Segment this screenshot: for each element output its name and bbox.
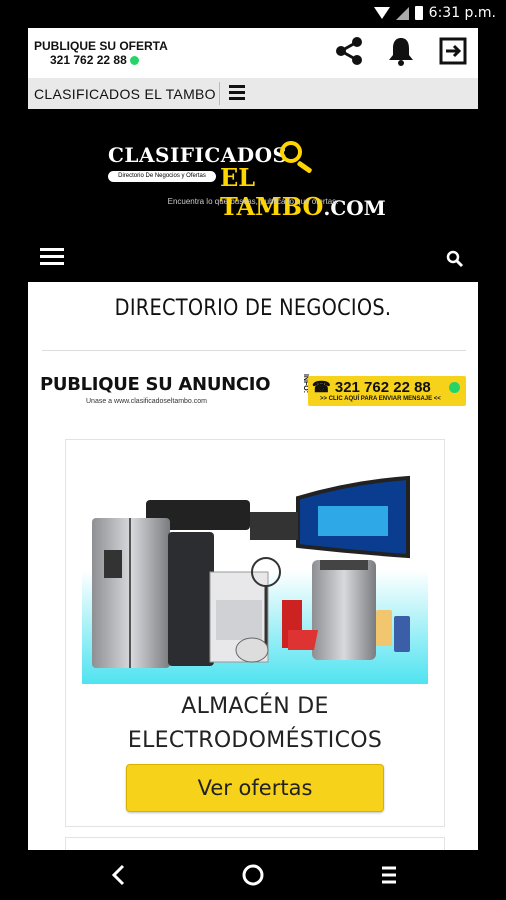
status-time: 6:31 p.m. xyxy=(428,5,496,21)
search-button[interactable] xyxy=(446,250,464,268)
publish-offer[interactable]: PUBLIQUE SU OFERTA 321 762 22 88 xyxy=(34,39,168,67)
nav-menu-button[interactable] xyxy=(226,82,248,104)
share-button[interactable] xyxy=(332,34,366,68)
top-actions xyxy=(332,34,470,68)
view-offers-button[interactable]: Ver ofertas xyxy=(126,764,384,812)
menu-bar xyxy=(28,238,478,282)
next-business-card[interactable] xyxy=(65,837,445,850)
menu-icon xyxy=(382,866,396,884)
publish-label: PUBLIQUE SU OFERTA xyxy=(34,39,168,53)
wifi-icon xyxy=(373,7,390,19)
main-content[interactable]: DIRECTORIO DE NEGOCIOS. PUBLIQUE SU ANUN… xyxy=(28,282,478,850)
publish-banner[interactable]: PUBLIQUE SU ANUNCIO Unase a www.clasific… xyxy=(40,374,470,410)
card-title: ALMACÉN DE ELECTRODOMÉSTICOS xyxy=(127,694,383,753)
whatsapp-icon xyxy=(129,56,139,66)
banner-contact-box[interactable]: ☎ 321 762 22 88 >> CLIC AQUÍ PARA ENVIAR… xyxy=(308,376,466,406)
home-button[interactable] xyxy=(240,862,266,888)
banner-cta: >> CLIC AQUÍ PARA ENVIAR MENSAJE << xyxy=(320,396,441,402)
back-button[interactable] xyxy=(106,862,132,888)
battery-icon xyxy=(414,6,423,20)
status-icons: 6:31 p.m. xyxy=(373,5,496,21)
publish-phone: 321 762 22 88 xyxy=(50,53,168,67)
magnifier-icon xyxy=(280,141,302,163)
home-icon xyxy=(242,864,264,886)
app-window: PUBLIQUE SU OFERTA 321 762 22 88 CLASIFI… xyxy=(28,28,478,850)
status-bar: 6:31 p.m. xyxy=(0,0,506,28)
nav-title[interactable]: CLASIFICADOS EL TAMBO xyxy=(34,86,216,102)
page-title: DIRECTORIO DE NEGOCIOS. xyxy=(114,296,392,321)
appliances-image[interactable] xyxy=(82,460,428,684)
exit-button[interactable] xyxy=(436,34,470,68)
top-bar: PUBLIQUE SU OFERTA 321 762 22 88 xyxy=(28,28,478,78)
hamburger-icon xyxy=(40,248,64,251)
banner-phone: ☎ 321 762 22 88 xyxy=(312,379,431,396)
logo-subtitle: Directorio De Negocios y Ofertas xyxy=(108,171,216,182)
exit-icon xyxy=(439,37,467,65)
whatsapp-icon xyxy=(449,382,460,393)
system-nav-bar xyxy=(0,850,506,900)
share-icon xyxy=(336,37,362,65)
divider xyxy=(42,350,466,351)
nav-divider xyxy=(219,82,220,105)
banner-subtext: Unase a www.clasificadoseltambo.com xyxy=(86,398,207,405)
business-card[interactable]: ALMACÉN DE ELECTRODOMÉSTICOS Ver ofertas xyxy=(65,439,445,827)
banner-headline: PUBLIQUE SU ANUNCIO xyxy=(40,374,271,395)
recents-button[interactable] xyxy=(376,862,402,888)
hamburger-button[interactable] xyxy=(40,248,66,270)
signal-icon xyxy=(395,6,409,20)
notifications-button[interactable] xyxy=(384,34,418,68)
tagline: Encuentra lo que buscas, publica lo que … xyxy=(167,197,339,206)
back-icon xyxy=(111,864,125,886)
logo-line2: EL TAMBO.COM xyxy=(220,163,386,221)
bell-icon xyxy=(389,38,413,66)
search-icon xyxy=(446,250,464,268)
nav-bar: CLASIFICADOS EL TAMBO xyxy=(28,78,478,109)
